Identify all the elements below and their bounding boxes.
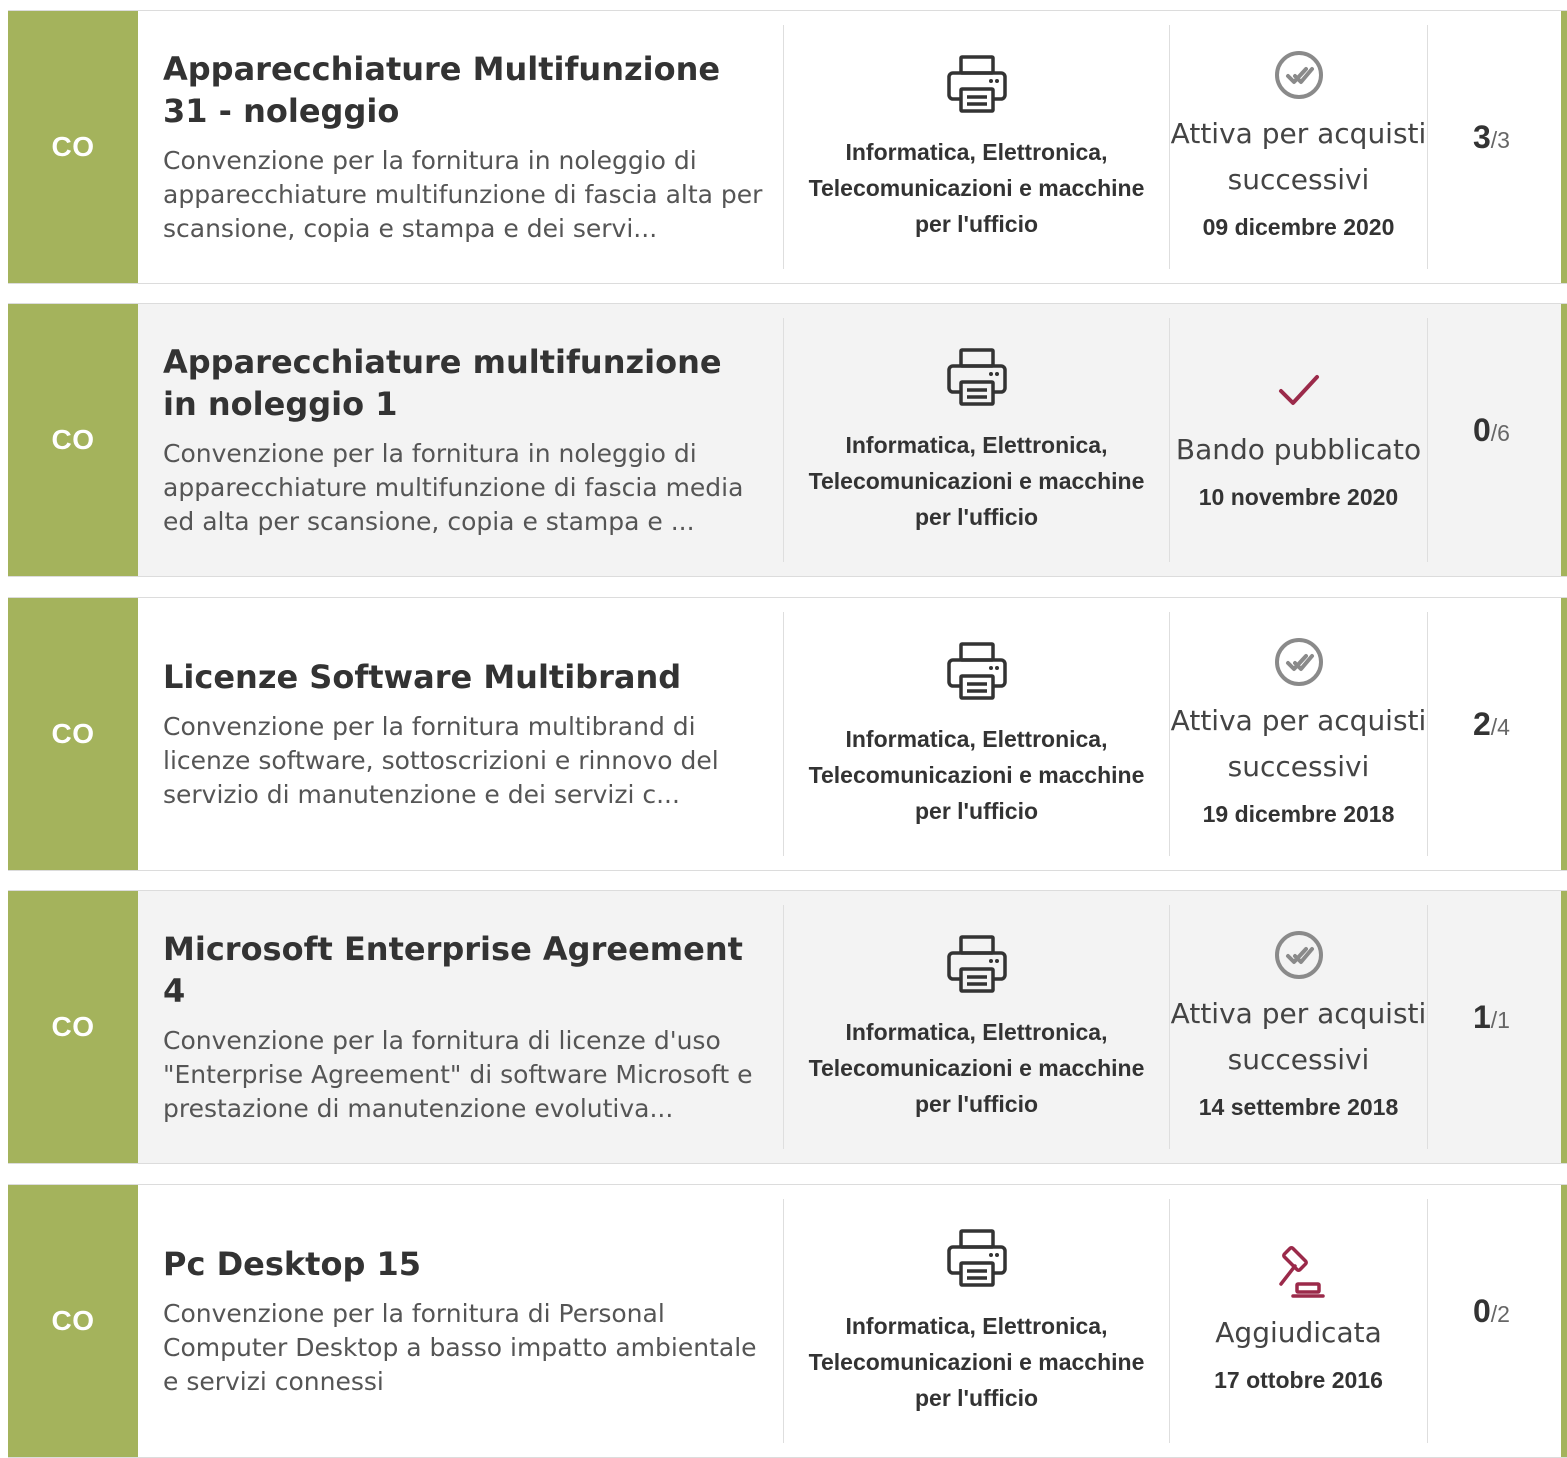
category-label: Informatica, Elettronica, Telecomunicazi…	[808, 1019, 1145, 1117]
status-label: Bando pubblicato	[1175, 433, 1422, 466]
item-title[interactable]: Apparecchiature Multifunzione 31 - noleg…	[163, 48, 763, 132]
status-label: Attiva per acquisti successivi	[1170, 117, 1427, 196]
list-item[interactable]: CO Microsoft Enterprise Agreement 4 Conv…	[8, 890, 1567, 1164]
item-title[interactable]: Microsoft Enterprise Agreement 4	[163, 928, 763, 1012]
item-title[interactable]: Pc Desktop 15	[163, 1243, 763, 1285]
item-count: 3 /3	[1428, 11, 1567, 283]
item-main: Apparecchiature Multifunzione 31 - noleg…	[138, 11, 783, 283]
type-badge: CO	[8, 304, 138, 576]
item-title[interactable]: Licenze Software Multibrand	[163, 656, 763, 698]
item-category: Informatica, Elettronica, Telecomunicazi…	[784, 598, 1169, 870]
printer-icon	[946, 935, 1007, 993]
item-description: Convenzione per la fornitura in noleggio…	[163, 439, 744, 536]
count-total: /4	[1490, 714, 1510, 740]
item-description: Convenzione per la fornitura multibrand …	[163, 712, 719, 809]
item-category: Informatica, Elettronica, Telecomunicazi…	[784, 1185, 1169, 1457]
count-value: 0	[1473, 412, 1491, 448]
gavel-icon	[1278, 1246, 1325, 1298]
item-count: 1 /1	[1428, 891, 1567, 1163]
item-category: Informatica, Elettronica, Telecomunicazi…	[784, 891, 1169, 1163]
item-count: 0 /6	[1428, 304, 1567, 576]
count-value: 3	[1473, 119, 1491, 155]
check-icon	[1278, 375, 1319, 405]
item-status: Attiva per acquisti successivi 14 settem…	[1170, 891, 1427, 1163]
count-value: 1	[1473, 999, 1491, 1035]
item-description: Convenzione per la fornitura di Personal…	[163, 1299, 757, 1396]
count-total: /3	[1490, 127, 1510, 153]
category-label: Informatica, Elettronica, Telecomunicazi…	[808, 1313, 1145, 1411]
double-check-circle-icon	[1274, 51, 1323, 99]
count-total: /1	[1490, 1007, 1510, 1033]
item-status: Bando pubblicato 10 novembre 2020	[1170, 304, 1427, 576]
category-label: Informatica, Elettronica, Telecomunicazi…	[808, 139, 1145, 237]
status-date: 10 novembre 2020	[1198, 484, 1399, 510]
category-label: Informatica, Elettronica, Telecomunicazi…	[808, 726, 1145, 824]
type-badge: CO	[8, 1185, 138, 1457]
status-date: 19 dicembre 2018	[1202, 801, 1395, 827]
list-item[interactable]: CO Licenze Software Multibrand Convenzio…	[8, 597, 1567, 871]
status-label: Aggiudicata	[1215, 1316, 1382, 1349]
printer-icon	[946, 642, 1007, 700]
item-count: 2 /4	[1428, 598, 1567, 870]
double-check-circle-icon	[1274, 638, 1323, 686]
list-item[interactable]: CO Apparecchiature multifunzione in nole…	[8, 303, 1567, 577]
item-count: 0 /2	[1428, 1185, 1567, 1457]
item-category: Informatica, Elettronica, Telecomunicazi…	[784, 304, 1169, 576]
item-category: Informatica, Elettronica, Telecomunicazi…	[784, 11, 1169, 283]
item-description: Convenzione per la fornitura di licenze …	[163, 1026, 753, 1123]
double-check-circle-icon	[1274, 931, 1323, 979]
item-main: Licenze Software Multibrand Convenzione …	[138, 598, 783, 870]
count-value: 0	[1473, 1293, 1491, 1329]
type-badge: CO	[8, 11, 138, 283]
count-total: /2	[1490, 1301, 1510, 1327]
item-main: Microsoft Enterprise Agreement 4 Convenz…	[138, 891, 783, 1163]
printer-icon	[946, 55, 1007, 113]
status-date: 17 ottobre 2016	[1214, 1367, 1383, 1393]
item-main: Apparecchiature multifunzione in noleggi…	[138, 304, 783, 576]
status-date: 09 dicembre 2020	[1202, 214, 1395, 240]
count-value: 2	[1473, 706, 1491, 742]
type-badge: CO	[8, 891, 138, 1163]
item-title[interactable]: Apparecchiature multifunzione in noleggi…	[163, 341, 763, 425]
item-description: Convenzione per la fornitura in noleggio…	[163, 146, 763, 243]
count-total: /6	[1490, 420, 1510, 446]
item-status: Aggiudicata 17 ottobre 2016	[1170, 1185, 1427, 1457]
status-label: Attiva per acquisti successivi	[1170, 997, 1427, 1076]
list-item[interactable]: CO Pc Desktop 15 Convenzione per la forn…	[8, 1184, 1567, 1458]
printer-icon	[946, 1229, 1007, 1287]
status-date: 14 settembre 2018	[1198, 1094, 1399, 1120]
type-badge: CO	[8, 598, 138, 870]
status-label: Attiva per acquisti successivi	[1170, 704, 1427, 783]
item-status: Attiva per acquisti successivi 19 dicemb…	[1170, 598, 1427, 870]
list-item[interactable]: CO Apparecchiature Multifunzione 31 - no…	[8, 10, 1567, 284]
item-main: Pc Desktop 15 Convenzione per la fornitu…	[138, 1185, 783, 1457]
printer-icon	[946, 348, 1007, 406]
item-status: Attiva per acquisti successivi 09 dicemb…	[1170, 11, 1427, 283]
category-label: Informatica, Elettronica, Telecomunicazi…	[808, 432, 1145, 530]
